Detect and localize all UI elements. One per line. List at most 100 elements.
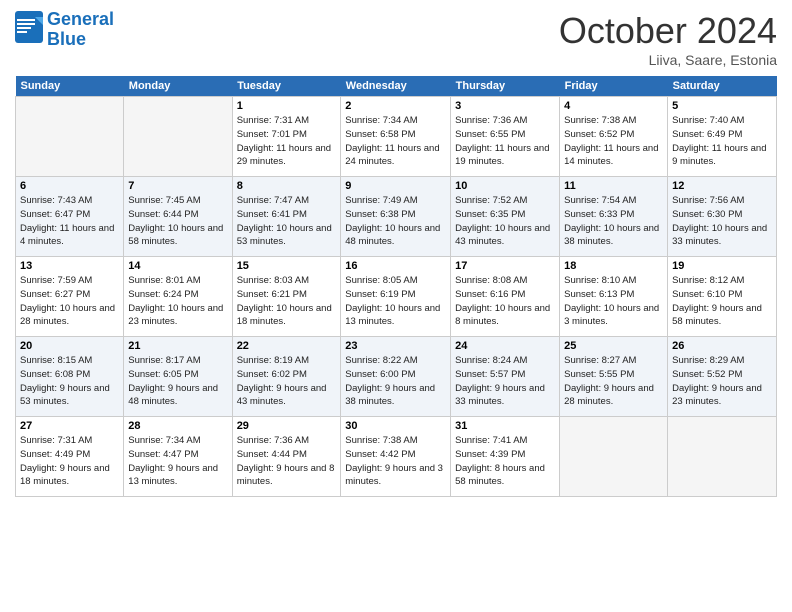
calendar-cell: 11Sunrise: 7:54 AMSunset: 6:33 PMDayligh…	[560, 177, 668, 257]
day-number: 27	[20, 420, 119, 432]
calendar-cell	[124, 97, 232, 177]
day-number: 2	[345, 100, 446, 112]
weekday-header: Thursday	[451, 76, 560, 97]
day-number: 29	[237, 420, 337, 432]
day-number: 10	[455, 180, 555, 192]
day-info: Sunrise: 8:29 AMSunset: 5:52 PMDaylight:…	[672, 354, 772, 409]
day-info: Sunrise: 7:43 AMSunset: 6:47 PMDaylight:…	[20, 194, 119, 249]
day-number: 20	[20, 340, 119, 352]
calendar-cell: 31 Sunrise: 7:41 AMSunset: 4:39 PMDayligh…	[451, 417, 560, 497]
day-number: 13	[20, 260, 119, 272]
day-number: 16	[345, 260, 446, 272]
day-info: Sunrise: 7:56 AMSunset: 6:30 PMDaylight:…	[672, 194, 772, 249]
calendar-cell: 4 Sunrise: 7:38 AMSunset: 6:52 PMDaylight…	[560, 97, 668, 177]
weekday-header: Saturday	[668, 76, 777, 97]
calendar-cell: 26Sunrise: 8:29 AMSunset: 5:52 PMDayligh…	[668, 337, 777, 417]
calendar-cell: 25 Sunrise: 8:27 AMSunset: 5:55 PMDayligh…	[560, 337, 668, 417]
calendar-cell: 14 Sunrise: 8:01 AMSunset: 6:24 PMDayligh…	[124, 257, 232, 337]
day-number: 22	[237, 340, 337, 352]
day-info: Sunrise: 7:38 AMSunset: 4:42 PMDaylight:…	[345, 434, 446, 489]
day-number: 12	[672, 180, 772, 192]
calendar-cell: 3 Sunrise: 7:36 AMSunset: 6:55 PMDaylight…	[451, 97, 560, 177]
day-info: Sunrise: 7:49 AMSunset: 6:38 PMDaylight:…	[345, 194, 446, 249]
day-info: Sunrise: 7:41 AMSunset: 4:39 PMDaylight:…	[455, 434, 555, 489]
calendar-cell	[668, 417, 777, 497]
day-number: 25	[564, 340, 663, 352]
calendar-cell: 28 Sunrise: 7:34 AMSunset: 4:47 PMDayligh…	[124, 417, 232, 497]
calendar-cell: 9 Sunrise: 7:49 AMSunset: 6:38 PMDaylight…	[341, 177, 451, 257]
day-number: 11	[564, 180, 663, 192]
calendar-cell: 19 Sunrise: 8:12 AMSunset: 6:10 PMDayligh…	[668, 257, 777, 337]
calendar-cell: 18 Sunrise: 8:10 AMSunset: 6:13 PMDayligh…	[560, 257, 668, 337]
calendar-cell: 5 Sunrise: 7:40 AMSunset: 6:49 PMDaylight…	[668, 97, 777, 177]
day-info: Sunrise: 8:08 AMSunset: 6:16 PMDaylight:…	[455, 274, 555, 329]
logo: General Blue	[15, 10, 114, 50]
day-info: Sunrise: 8:17 AMSunset: 6:05 PMDaylight:…	[128, 354, 227, 409]
day-number: 1	[237, 100, 337, 112]
day-number: 3	[455, 100, 555, 112]
day-info: Sunrise: 8:24 AMSunset: 5:57 PMDaylight:…	[455, 354, 555, 409]
calendar-cell: 12 Sunrise: 7:56 AMSunset: 6:30 PMDayligh…	[668, 177, 777, 257]
day-info: Sunrise: 8:10 AMSunset: 6:13 PMDaylight:…	[564, 274, 663, 329]
logo-icon	[15, 11, 43, 43]
calendar-cell: 8 Sunrise: 7:47 AMSunset: 6:41 PMDaylight…	[232, 177, 341, 257]
day-info: Sunrise: 8:12 AMSunset: 6:10 PMDaylight:…	[672, 274, 772, 329]
day-number: 5	[672, 100, 772, 112]
calendar-cell	[560, 417, 668, 497]
day-number: 8	[237, 180, 337, 192]
weekday-header: Tuesday	[232, 76, 341, 97]
calendar-cell: 30 Sunrise: 7:38 AMSunset: 4:42 PMDayligh…	[341, 417, 451, 497]
title-block: October 2024 Liiva, Saare, Estonia	[559, 10, 777, 68]
day-info: Sunrise: 8:01 AMSunset: 6:24 PMDaylight:…	[128, 274, 227, 329]
day-number: 7	[128, 180, 227, 192]
day-number: 19	[672, 260, 772, 272]
day-info: Sunrise: 7:34 AMSunset: 4:47 PMDaylight:…	[128, 434, 227, 489]
calendar-cell: 20 Sunrise: 8:15 AMSunset: 6:08 PMDayligh…	[16, 337, 124, 417]
weekday-header: Friday	[560, 76, 668, 97]
calendar-cell: 10Sunrise: 7:52 AMSunset: 6:35 PMDayligh…	[451, 177, 560, 257]
day-info: Sunrise: 7:40 AMSunset: 6:49 PMDaylight:…	[672, 114, 772, 169]
day-info: Sunrise: 7:47 AMSunset: 6:41 PMDaylight:…	[237, 194, 337, 249]
day-info: Sunrise: 8:03 AMSunset: 6:21 PMDaylight:…	[237, 274, 337, 329]
weekday-header: Monday	[124, 76, 232, 97]
day-number: 4	[564, 100, 663, 112]
month-title: October 2024	[559, 10, 777, 52]
calendar-cell: 6 Sunrise: 7:43 AMSunset: 6:47 PMDaylight…	[16, 177, 124, 257]
logo-text-general: General	[47, 9, 114, 29]
calendar-cell: 23Sunrise: 8:22 AMSunset: 6:00 PMDayligh…	[341, 337, 451, 417]
day-info: Sunrise: 7:31 AMSunset: 7:01 PMDaylight:…	[237, 114, 337, 169]
calendar-cell: 21 Sunrise: 8:17 AMSunset: 6:05 PMDayligh…	[124, 337, 232, 417]
calendar-cell: 27 Sunrise: 7:31 AMSunset: 4:49 PMDayligh…	[16, 417, 124, 497]
day-info: Sunrise: 7:34 AMSunset: 6:58 PMDaylight:…	[345, 114, 446, 169]
day-number: 14	[128, 260, 227, 272]
day-number: 24	[455, 340, 555, 352]
day-number: 31	[455, 420, 555, 432]
day-info: Sunrise: 7:31 AMSunset: 4:49 PMDaylight:…	[20, 434, 119, 489]
day-number: 21	[128, 340, 227, 352]
day-info: Sunrise: 7:38 AMSunset: 6:52 PMDaylight:…	[564, 114, 663, 169]
calendar-cell: 22Sunrise: 8:19 AMSunset: 6:02 PMDayligh…	[232, 337, 341, 417]
calendar-cell	[16, 97, 124, 177]
calendar-cell: 17Sunrise: 8:08 AMSunset: 6:16 PMDayligh…	[451, 257, 560, 337]
day-info: Sunrise: 7:45 AMSunset: 6:44 PMDaylight:…	[128, 194, 227, 249]
logo-text-blue: Blue	[47, 29, 86, 49]
day-info: Sunrise: 8:27 AMSunset: 5:55 PMDaylight:…	[564, 354, 663, 409]
day-info: Sunrise: 7:36 AMSunset: 6:55 PMDaylight:…	[455, 114, 555, 169]
day-number: 30	[345, 420, 446, 432]
weekday-header: Sunday	[16, 76, 124, 97]
day-info: Sunrise: 7:59 AMSunset: 6:27 PMDaylight:…	[20, 274, 119, 329]
calendar-cell: 29Sunrise: 7:36 AMSunset: 4:44 PMDayligh…	[232, 417, 341, 497]
calendar-cell: 1 Sunrise: 7:31 AMSunset: 7:01 PMDaylight…	[232, 97, 341, 177]
day-number: 9	[345, 180, 446, 192]
calendar-cell: 7 Sunrise: 7:45 AMSunset: 6:44 PMDaylight…	[124, 177, 232, 257]
day-number: 6	[20, 180, 119, 192]
day-info: Sunrise: 8:15 AMSunset: 6:08 PMDaylight:…	[20, 354, 119, 409]
calendar-cell: 15 Sunrise: 8:03 AMSunset: 6:21 PMDayligh…	[232, 257, 341, 337]
day-number: 28	[128, 420, 227, 432]
day-number: 18	[564, 260, 663, 272]
calendar-cell: 16Sunrise: 8:05 AMSunset: 6:19 PMDayligh…	[341, 257, 451, 337]
location: Liiva, Saare, Estonia	[559, 52, 777, 68]
weekday-header: Wednesday	[341, 76, 451, 97]
day-number: 15	[237, 260, 337, 272]
calendar-cell: 2 Sunrise: 7:34 AMSunset: 6:58 PMDaylight…	[341, 97, 451, 177]
